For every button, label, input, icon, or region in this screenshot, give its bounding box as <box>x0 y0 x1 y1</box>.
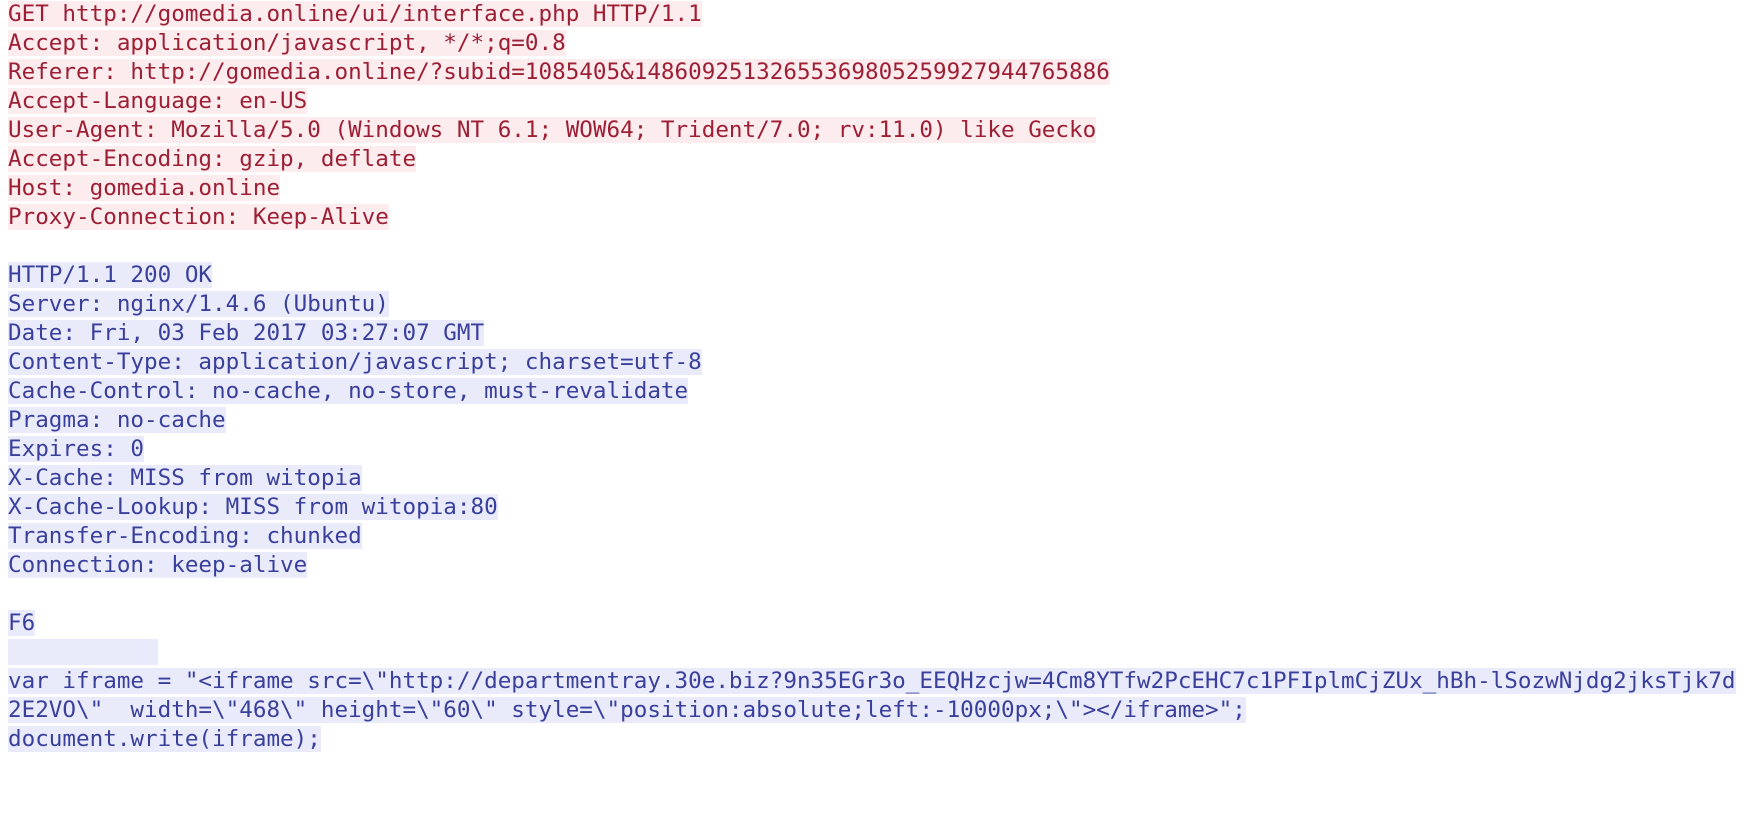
response-body-line-2: document.write(iframe); <box>8 726 321 752</box>
response-header-server: Server: nginx/1.4.6 (Ubuntu) <box>8 291 389 317</box>
response-header-content-type: Content-Type: application/javascript; ch… <box>8 349 702 375</box>
response-header-x-cache-lookup: X-Cache-Lookup: MISS from witopia:80 <box>8 494 498 520</box>
response-header-date: Date: Fri, 03 Feb 2017 03:27:07 GMT <box>8 320 484 346</box>
request-header-user-agent: User-Agent: Mozilla/5.0 (Windows NT 6.1;… <box>8 117 1096 143</box>
response-header-x-cache: X-Cache: MISS from witopia <box>8 465 362 491</box>
request-header-proxy-connection: Proxy-Connection: Keep-Alive <box>8 204 389 230</box>
response-body-pad <box>8 639 158 665</box>
response-chunk-length: F6 <box>8 610 35 636</box>
request-header-referer: Referer: http://gomedia.online/?subid=10… <box>8 59 1110 85</box>
response-status: HTTP/1.1 200 OK <box>8 262 212 288</box>
request-header-accept-language: Accept-Language: en-US <box>8 88 307 114</box>
request-header-host: Host: gomedia.online <box>8 175 280 201</box>
response-header-cache-control: Cache-Control: no-cache, no-store, must-… <box>8 378 688 404</box>
response-header-connection: Connection: keep-alive <box>8 552 307 578</box>
request-line: GET http://gomedia.online/ui/interface.p… <box>8 1 702 27</box>
response-header-expires: Expires: 0 <box>8 436 144 462</box>
response-header-pragma: Pragma: no-cache <box>8 407 226 433</box>
response-body-line-1: var iframe = "<iframe src=\"http://depar… <box>8 668 1736 723</box>
request-header-accept-encoding: Accept-Encoding: gzip, deflate <box>8 146 416 172</box>
response-header-transfer-encoding: Transfer-Encoding: chunked <box>8 523 362 549</box>
http-stream: GET http://gomedia.online/ui/interface.p… <box>0 0 1752 754</box>
request-header-accept: Accept: application/javascript, */*;q=0.… <box>8 30 566 56</box>
